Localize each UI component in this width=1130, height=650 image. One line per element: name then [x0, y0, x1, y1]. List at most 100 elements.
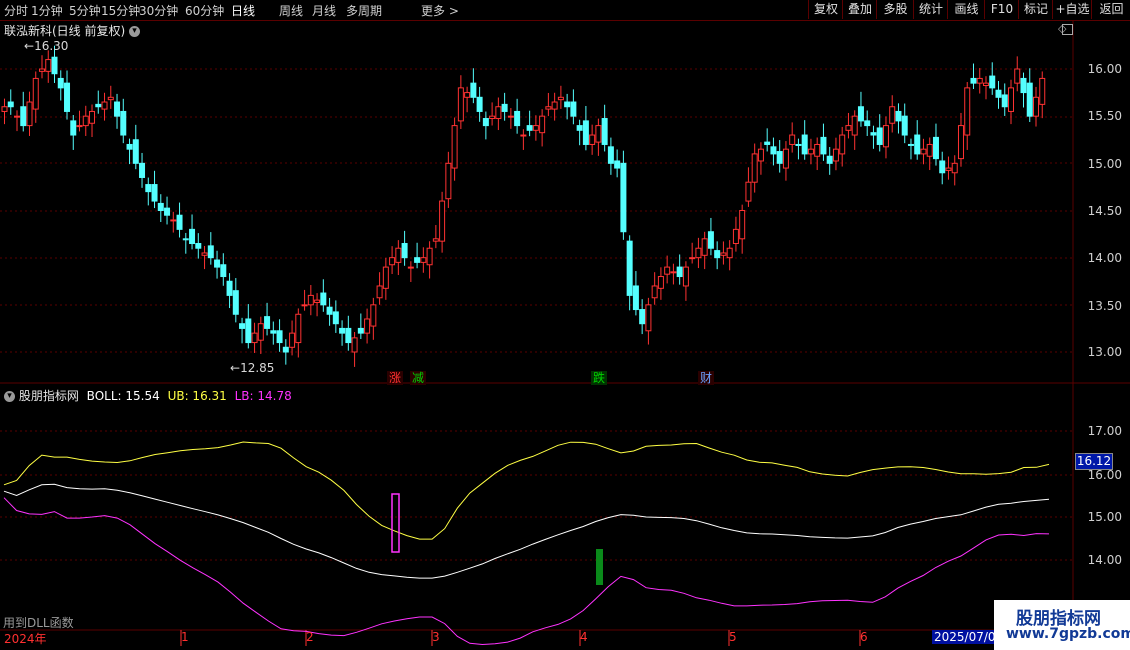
candle-body — [1, 106, 8, 112]
candle-body — [14, 115, 21, 118]
candle-body — [345, 327, 352, 344]
candle-body — [832, 148, 839, 162]
candle-body — [101, 101, 108, 110]
toolbar-button-1[interactable]: 叠加 — [842, 0, 877, 19]
candle-body — [564, 101, 571, 108]
event-marker-cai[interactable]: 财 — [698, 371, 715, 385]
candle-body — [707, 231, 714, 249]
candle-body — [1020, 77, 1027, 94]
boll-mid-line — [3, 483, 1050, 579]
candle-body — [732, 228, 739, 245]
candle-body — [357, 327, 364, 334]
candle-body — [626, 240, 633, 296]
candle-body — [814, 143, 821, 157]
candle-body — [557, 96, 564, 101]
candle-body — [445, 162, 452, 200]
footer-note: 用到DLL函数 — [3, 616, 74, 630]
event-marker-zhang[interactable]: 涨 — [387, 371, 404, 385]
candle-body — [957, 125, 964, 160]
candle-body — [776, 151, 783, 164]
candle-body — [926, 143, 933, 157]
candle-body — [676, 266, 683, 278]
candle-body — [801, 134, 808, 155]
candle-body — [682, 266, 689, 287]
candle-body — [914, 134, 921, 155]
candle-body — [520, 134, 527, 137]
toolbar-button-6[interactable]: 标记 — [1018, 0, 1053, 19]
candle-body — [70, 120, 77, 136]
candle-body — [251, 332, 258, 344]
candle-body — [295, 313, 302, 344]
period-3[interactable]: 15分钟 — [101, 2, 140, 19]
candle-body — [382, 266, 389, 289]
candle-body — [414, 257, 421, 263]
boll-value: BOLL: 15.54 — [86, 389, 160, 403]
candle-body — [139, 162, 146, 178]
candle-body — [664, 266, 671, 275]
indicator-dropdown-icon[interactable]: ▾ — [4, 391, 15, 402]
candle-body — [370, 304, 377, 327]
price-tick: 13.00 — [1087, 345, 1122, 359]
indicator-tick: 17.00 — [1087, 424, 1122, 438]
candle-body — [20, 106, 27, 127]
toolbar-button-0[interactable]: 复权 — [808, 0, 843, 19]
period-6[interactable]: 日线 — [231, 2, 255, 19]
candle-body — [270, 330, 277, 334]
period-1[interactable]: 1分钟 — [31, 2, 63, 19]
candle-body — [782, 148, 789, 169]
time-tick: 6 — [860, 630, 868, 644]
candle-body — [339, 327, 346, 334]
candle-body — [632, 285, 639, 311]
candle-body — [726, 247, 733, 259]
toolbar-button-3[interactable]: 统计 — [913, 0, 948, 19]
candle-body — [132, 139, 139, 164]
period-0[interactable]: 分时 — [4, 2, 28, 19]
toolbar-button-5[interactable]: F10 — [984, 0, 1019, 19]
candle-body — [120, 110, 127, 136]
candle-body — [32, 77, 39, 110]
toolbar-button-4[interactable]: 画线 — [947, 0, 985, 19]
candle-body — [232, 290, 239, 315]
price-tick: 14.00 — [1087, 251, 1122, 265]
price-tick: 13.50 — [1087, 299, 1122, 313]
period-9[interactable]: 多周期 — [346, 2, 382, 19]
period-5[interactable]: 60分钟 — [185, 2, 224, 19]
toolbar-button-7[interactable]: +自选 — [1052, 0, 1092, 19]
candle-body — [789, 134, 796, 145]
candle-body — [820, 136, 827, 155]
candle-body — [245, 318, 252, 344]
candle-body — [614, 160, 621, 169]
title-dropdown-icon[interactable]: ▾ — [129, 26, 141, 37]
candle-body — [182, 238, 189, 241]
candle-body — [714, 250, 721, 259]
candle-body — [282, 346, 289, 353]
event-marker-jian[interactable]: 减 — [410, 371, 427, 385]
candle-body — [157, 202, 164, 212]
candle-body — [582, 120, 589, 145]
period-4[interactable]: 30分钟 — [139, 2, 178, 19]
candle-body — [176, 214, 183, 230]
candle-body — [51, 56, 58, 75]
price-tick: 14.50 — [1087, 204, 1122, 218]
candle-body — [845, 125, 852, 131]
period-2[interactable]: 5分钟 — [69, 2, 101, 19]
price-tick: 16.00 — [1087, 62, 1122, 76]
period-10[interactable]: 更多 > — [421, 2, 459, 19]
boll-lb-line — [3, 497, 1050, 646]
period-toolbar: 分时 1分钟 5分钟 15分钟 30分钟 60分钟 日线 周线 月线 多周期 更多 > 复权 叠加 多股统… — [0, 0, 1130, 21]
candle-body — [670, 271, 677, 274]
candle-body — [276, 330, 283, 344]
toolbar-button-2[interactable]: 多股 — [876, 0, 914, 19]
candle-body — [189, 228, 196, 245]
panel-maximize-icon[interactable] — [1062, 24, 1073, 35]
candle-body — [839, 134, 846, 155]
event-marker-die[interactable]: 跌 — [591, 371, 608, 385]
period-7[interactable]: 周线 — [279, 2, 303, 19]
period-8[interactable]: 月线 — [312, 2, 336, 19]
time-tick: 1 — [181, 630, 189, 644]
signal-bar-sell — [391, 493, 400, 553]
candle-body — [945, 167, 952, 171]
low-price-marker: ←12.85 — [230, 361, 274, 375]
chart-canvas — [0, 19, 1130, 650]
toolbar-button-8[interactable]: 返回 — [1091, 0, 1130, 19]
